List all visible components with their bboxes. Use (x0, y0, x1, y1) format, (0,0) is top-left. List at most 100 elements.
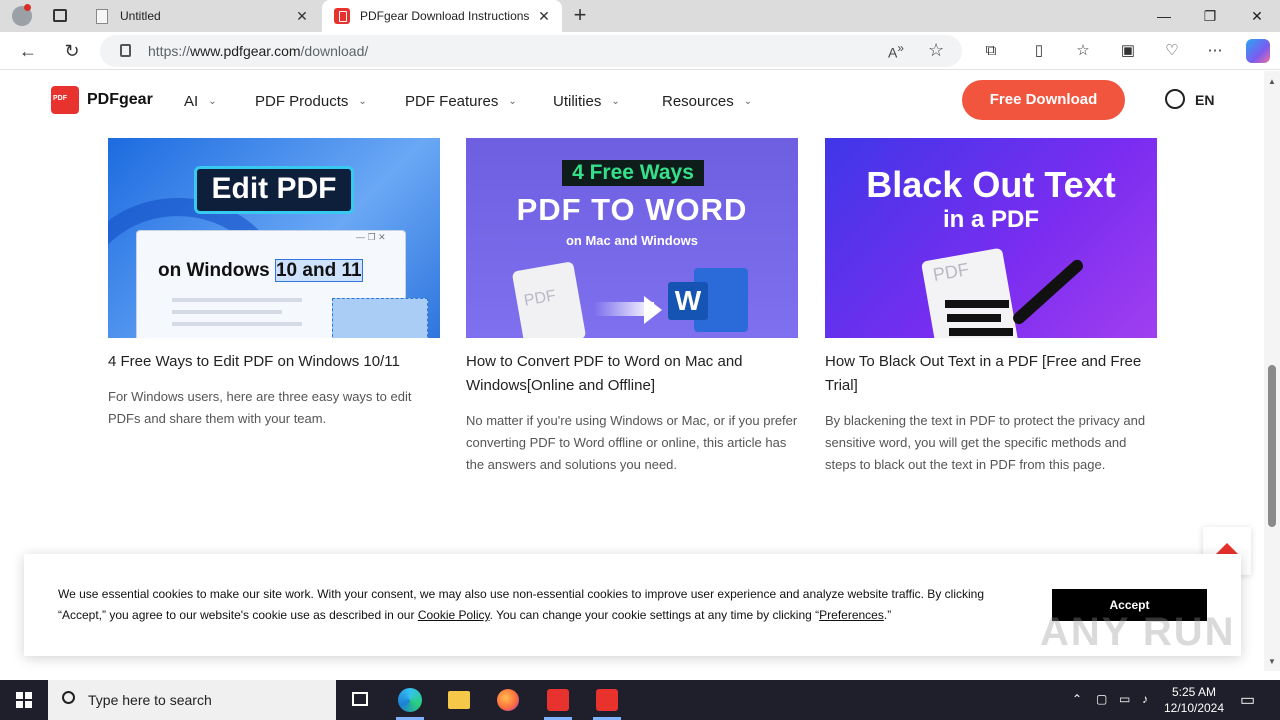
windows-start-icon[interactable] (0, 680, 48, 720)
article-title[interactable]: How To Black Out Text in a PDF [Free and… (825, 350, 1157, 398)
article-thumbnail[interactable]: 4 Free Ways PDF TO WORD on Mac and Windo… (466, 138, 798, 338)
image-placeholder-icon (332, 298, 428, 338)
notifications-icon[interactable]: ▭ (1240, 690, 1255, 710)
close-window-icon[interactable]: ✕ (1234, 0, 1280, 32)
article-card-edit-pdf[interactable]: Edit PDF — ❐ ✕ on Windows 10 and 11 4 Fr… (108, 138, 440, 426)
browser-tab-strip: Untitled ✕ PDFgear Download Instructions… (0, 0, 1280, 32)
free-download-button[interactable]: Free Download (962, 80, 1125, 120)
address-bar[interactable]: https://www.pdfgear.com/download/ A» ☆ (100, 35, 962, 67)
restore-icon[interactable]: ❐ (1187, 0, 1233, 32)
chevron-down-icon: ⌄ (208, 96, 217, 107)
pdfgear-favicon-icon (334, 8, 350, 24)
file-explorer-icon[interactable] (435, 680, 483, 720)
tab-actions-icon[interactable] (53, 9, 67, 22)
taskbar-clock[interactable]: 5:25 AM 12/10/2024 (1158, 684, 1230, 716)
task-view-icon[interactable] (336, 680, 384, 720)
cookie-text-part: . You can change your cookie settings at… (489, 608, 820, 622)
tray-chevron-up-icon[interactable]: ⌃ (1072, 692, 1082, 706)
thumbnail-subheading: on Mac and Windows (565, 233, 699, 248)
meet-icon[interactable]: ▢ (1096, 692, 1107, 706)
article-description: For Windows users, here are three easy w… (108, 389, 412, 426)
site-logo-text[interactable]: PDFgear (87, 91, 153, 109)
url-scheme: https:// (148, 43, 191, 59)
menu-label: PDF Products (255, 93, 349, 110)
menu-label: Utilities (553, 93, 602, 110)
windows-taskbar: Type here to search ⌃ ▢ ▭ ♪ 5:25 AM 12/1… (0, 680, 1280, 720)
language-icon[interactable] (1165, 89, 1185, 109)
thumbnail-subheading: on Windows 10 and 11 (158, 259, 363, 282)
menu-resources[interactable]: Resources ⌄ (662, 93, 752, 110)
redaction-bars-icon (945, 300, 1009, 308)
pdf-document-icon (920, 247, 1020, 338)
article-thumbnail[interactable]: Edit PDF — ❐ ✕ on Windows 10 and 11 (108, 138, 440, 338)
article-title[interactable]: How to Convert PDF to Word on Mac and Wi… (466, 350, 798, 398)
collections-icon[interactable]: ▣ (1118, 41, 1138, 61)
thumbnail-subheading-part: on Windows (158, 260, 275, 281)
url-path: /download/ (300, 43, 369, 59)
article-title[interactable]: 4 Free Ways to Edit PDF on Windows 10/11 (108, 350, 440, 374)
firefox-icon[interactable] (484, 680, 532, 720)
scroll-down-icon[interactable]: ▼ (1268, 657, 1276, 666)
chevron-down-icon: ⌄ (358, 96, 367, 107)
back-icon[interactable]: ← (14, 37, 42, 65)
pdfgear-taskbar-icon[interactable] (583, 680, 631, 720)
window-controls-icon: — ❐ ✕ (356, 232, 386, 242)
thumbnail-heading: PDF TO WORD (516, 192, 748, 227)
profile-icon[interactable] (12, 4, 32, 26)
search-icon (62, 691, 75, 704)
read-aloud-icon[interactable]: A» (888, 42, 904, 61)
menu-utilities[interactable]: Utilities ⌄ (553, 93, 620, 110)
cookie-policy-link[interactable]: Cookie Policy (418, 608, 490, 622)
chevron-down-icon: ⌄ (508, 96, 517, 107)
thumbnail-badge: 4 Free Ways (572, 161, 694, 184)
preferences-link[interactable]: Preferences (819, 608, 884, 622)
pdfgear-logo-icon[interactable] (51, 86, 79, 114)
tab-pdfgear[interactable]: PDFgear Download Instructions ✕ (322, 0, 562, 32)
search-placeholder: Type here to search (88, 692, 212, 708)
split-screen-icon[interactable]: ▯ (1029, 41, 1049, 61)
article-description: By blackening the text in PDF to protect… (825, 413, 1146, 472)
more-menu-icon[interactable]: ⋯ (1205, 41, 1225, 61)
article-card-pdf-to-word[interactable]: 4 Free Ways PDF TO WORD on Mac and Windo… (466, 138, 798, 472)
refresh-icon[interactable]: ↻ (58, 37, 86, 65)
scroll-up-icon[interactable]: ▲ (1268, 77, 1276, 86)
favorites-icon[interactable]: ☆ (1073, 41, 1093, 61)
new-tab-icon[interactable]: + (570, 4, 590, 28)
tab-untitled[interactable]: Untitled ✕ (84, 0, 320, 32)
lock-icon[interactable] (120, 44, 131, 57)
article-thumbnail[interactable]: Black Out Text in a PDF PDF (825, 138, 1157, 338)
page-scrollbar[interactable]: ▲ ▼ (1264, 71, 1280, 671)
copilot-icon[interactable] (1246, 39, 1270, 63)
taskbar-search-input[interactable]: Type here to search (48, 680, 336, 720)
menu-label: AI (184, 93, 199, 110)
chevron-down-icon: ⌄ (743, 96, 753, 107)
article-description: No matter if you're using Windows or Mac… (466, 413, 798, 472)
clock-time: 5:25 AM (1171, 685, 1217, 699)
menu-label: Resources (662, 93, 734, 110)
network-icon[interactable]: ▭ (1119, 692, 1130, 706)
thumbnail-highlight: 10 and 11 (274, 259, 363, 282)
close-tab-icon[interactable]: ✕ (536, 8, 552, 24)
language-selector[interactable]: EN (1195, 92, 1214, 108)
thumbnail-heading: Black Out Text (866, 164, 1116, 205)
extensions-icon[interactable]: ⧉ (981, 41, 1001, 61)
article-card-black-out-text[interactable]: Black Out Text in a PDF PDF How To Black… (825, 138, 1157, 472)
menu-ai[interactable]: AI ⌄ (184, 93, 217, 110)
browser-essentials-icon[interactable]: ♡ (1162, 41, 1182, 61)
close-tab-icon[interactable]: ✕ (294, 8, 310, 24)
word-icon-letter: W (674, 285, 702, 316)
edge-taskbar-icon[interactable] (386, 680, 434, 720)
menu-label: PDF Features (405, 93, 499, 110)
menu-pdf-features[interactable]: PDF Features ⌄ (405, 93, 517, 110)
url-text[interactable]: https://www.pdfgear.com/download/ (148, 43, 368, 59)
minimize-icon[interactable]: — (1141, 0, 1187, 32)
pdfgear-taskbar-icon[interactable] (534, 680, 582, 720)
volume-icon[interactable]: ♪ (1142, 692, 1148, 706)
tab-title: PDFgear Download Instructions (360, 9, 530, 23)
site-header: PDFgear AI⌄ PDF Products⌄ PDF Features⌄ … (0, 71, 1264, 131)
scrollbar-thumb[interactable] (1268, 365, 1276, 527)
thumbnail-heading: Edit PDF (211, 172, 337, 205)
favorite-star-icon[interactable]: ☆ (928, 40, 944, 61)
menu-pdf-products[interactable]: PDF Products ⌄ (255, 93, 367, 110)
cookie-message: We use essential cookies to make our sit… (58, 584, 1028, 626)
